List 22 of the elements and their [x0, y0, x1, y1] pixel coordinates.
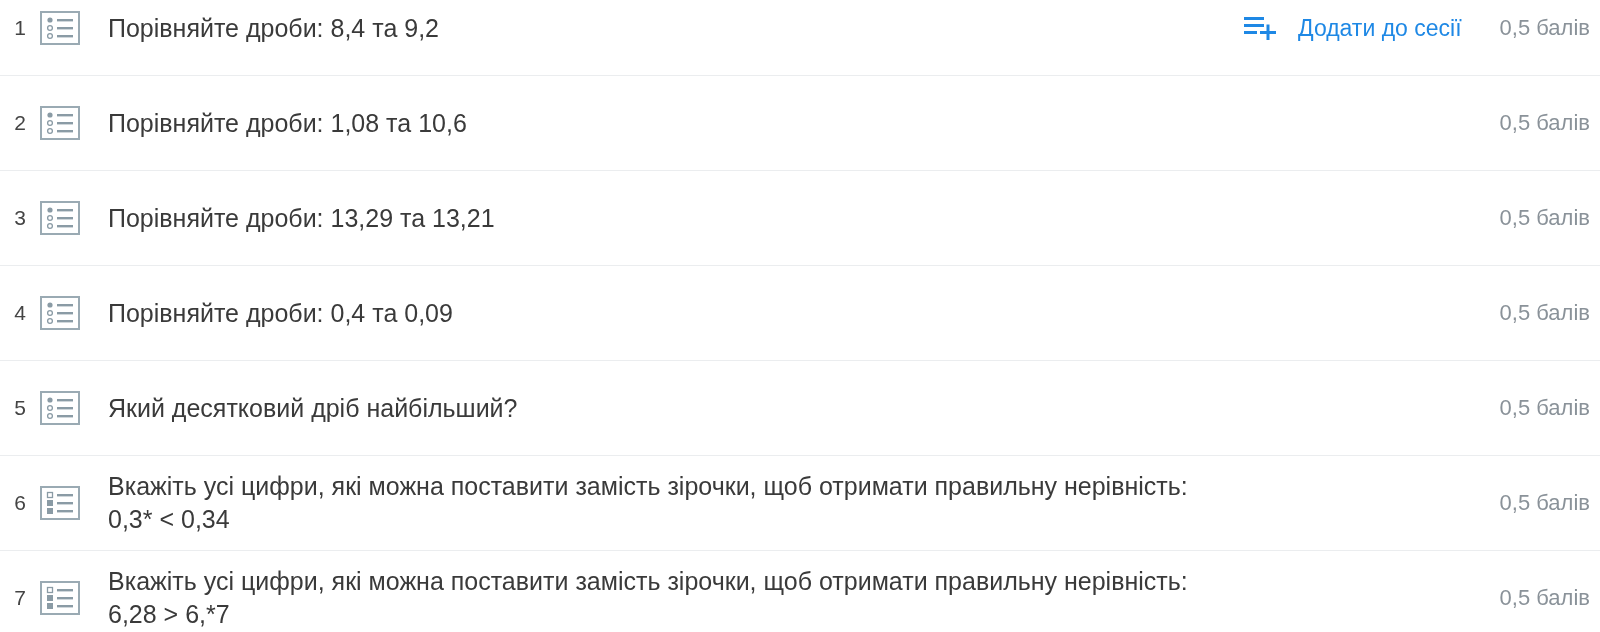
question-number: 4	[13, 301, 27, 325]
question-number: 1	[13, 16, 27, 40]
question-points: 0,5 балів	[1498, 205, 1590, 231]
question-points: 0,5 балів	[1498, 15, 1590, 41]
question-points: 0,5 балів	[1498, 490, 1590, 516]
question-text[interactable]: Порівняйте дроби: 8,4 та 9,2	[108, 11, 1198, 45]
question-number: 2	[13, 111, 27, 135]
question-text[interactable]: Вкажіть усі цифри, які можна поставити замість зірочки, щоб отримати правильну нерівність: 0,3* < 0,34	[108, 470, 1198, 536]
question-number: 6	[13, 491, 27, 515]
question-text[interactable]: Порівняйте дроби: 0,4 та 0,09	[108, 296, 1198, 330]
question-points: 0,5 балів	[1498, 395, 1590, 421]
question-text[interactable]: Вкажіть усі цифри, які можна поставити замість зірочки, щоб отримати правильну нерівність: 6,28 > 6,*7	[108, 565, 1198, 631]
question-points: 0,5 балів	[1498, 585, 1590, 611]
question-number: 7	[13, 586, 27, 610]
question-text[interactable]: Порівняйте дроби: 13,29 та 13,21	[108, 201, 1198, 235]
question-number: 5	[13, 396, 27, 420]
question-points: 0,5 балів	[1498, 110, 1590, 136]
question-text[interactable]: Який десятковий дріб найбільший?	[108, 391, 1198, 425]
question-number: 3	[13, 206, 27, 230]
question-points: 0,5 балів	[1498, 300, 1590, 326]
question-text[interactable]: Порівняйте дроби: 1,08 та 10,6	[108, 106, 1198, 140]
add-to-session-button[interactable]: Додати до сесії	[1244, 14, 1462, 42]
